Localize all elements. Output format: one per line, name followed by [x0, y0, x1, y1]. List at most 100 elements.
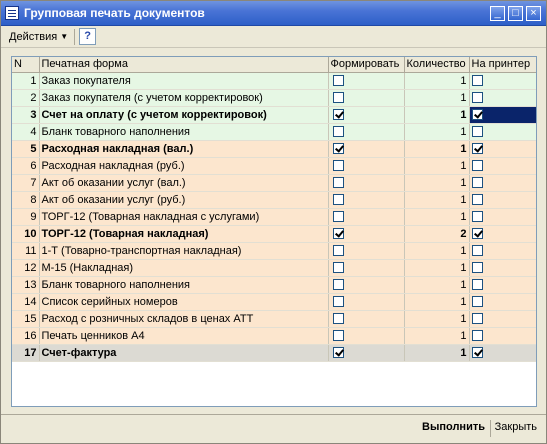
table-row[interactable]: 9 ТОРГ-12 (Товарная накладная с услугами)… [12, 208, 536, 226]
quantity-cell[interactable]: 1 [404, 344, 470, 362]
printer-checkbox[interactable] [471, 92, 483, 104]
print-form-name[interactable]: Список серийных номеров [39, 293, 329, 311]
print-form-name[interactable]: Счет-фактура [39, 344, 329, 362]
printer-checkbox[interactable] [471, 262, 483, 274]
table-row[interactable]: 3 Счет на оплату (с учетом корректировок)… [12, 106, 536, 124]
print-form-name[interactable]: Счет на оплату (с учетом корректировок) [39, 106, 329, 124]
printer-checkbox[interactable] [471, 160, 483, 172]
printer-checkbox[interactable] [471, 194, 483, 206]
printer-checkbox[interactable] [471, 75, 483, 87]
quantity-cell[interactable]: 1 [404, 89, 470, 107]
quantity-cell[interactable]: 1 [404, 191, 470, 209]
column-header-qty[interactable]: Количество [404, 57, 470, 73]
table-row[interactable]: 13 Бланк товарного наполнения 1 [12, 276, 536, 294]
form-checkbox[interactable] [332, 160, 344, 172]
quantity-cell[interactable]: 1 [404, 310, 470, 328]
printer-checkbox[interactable] [471, 279, 483, 291]
form-checkbox[interactable] [332, 347, 344, 359]
print-forms-table[interactable]: N Печатная форма Формировать Количество … [11, 56, 537, 407]
printer-checkbox[interactable] [471, 109, 483, 121]
column-header-printer[interactable]: На принтер [469, 57, 536, 73]
form-checkbox[interactable] [332, 92, 344, 104]
quantity-cell[interactable]: 1 [404, 72, 470, 90]
form-checkbox[interactable] [332, 330, 344, 342]
table-row[interactable]: 8 Акт об оказании услуг (руб.) 1 [12, 191, 536, 209]
print-form-name[interactable]: Бланк товарного наполнения [39, 123, 329, 141]
column-header-name[interactable]: Печатная форма [39, 57, 329, 73]
column-header-n[interactable]: N [12, 57, 40, 73]
form-checkbox[interactable] [332, 143, 344, 155]
print-form-name[interactable]: Заказ покупателя (с учетом корректировок… [39, 89, 329, 107]
form-checkbox[interactable] [332, 228, 344, 240]
table-row[interactable]: 10 ТОРГ-12 (Товарная накладная) 2 [12, 225, 536, 243]
print-form-name[interactable]: Расходная накладная (вал.) [39, 140, 329, 158]
print-form-name[interactable]: Печать ценников А4 [39, 327, 329, 345]
quantity-cell[interactable]: 1 [404, 106, 470, 124]
quantity-cell[interactable]: 1 [404, 276, 470, 294]
form-checkbox[interactable] [332, 194, 344, 206]
printer-checkbox[interactable] [471, 211, 483, 223]
printer-checkbox[interactable] [471, 296, 483, 308]
printer-checkbox[interactable] [471, 245, 483, 257]
column-header-form[interactable]: Формировать [328, 57, 405, 73]
print-form-name[interactable]: Акт об оказании услуг (руб.) [39, 191, 329, 209]
printer-checkbox[interactable] [471, 313, 483, 325]
table-row[interactable]: 14 Список серийных номеров 1 [12, 293, 536, 311]
table-row[interactable]: 4 Бланк товарного наполнения 1 [12, 123, 536, 141]
close-button[interactable]: Закрыть [495, 421, 537, 433]
form-checkbox[interactable] [332, 211, 344, 223]
quantity-cell[interactable]: 1 [404, 140, 470, 158]
close-window-button[interactable]: × [526, 5, 541, 21]
help-button[interactable]: ? [79, 28, 97, 45]
form-checkbox[interactable] [332, 313, 344, 325]
form-cell [328, 106, 405, 124]
form-checkbox[interactable] [332, 296, 344, 308]
printer-checkbox[interactable] [471, 330, 483, 342]
print-form-name[interactable]: Заказ покупателя [39, 72, 329, 90]
form-checkbox[interactable] [332, 245, 344, 257]
actions-menu[interactable]: Действия ▼ [9, 31, 68, 43]
print-form-name[interactable]: Бланк товарного наполнения [39, 276, 329, 294]
form-checkbox[interactable] [332, 126, 344, 138]
print-form-name[interactable]: Акт об оказании услуг (вал.) [39, 174, 329, 192]
print-form-name[interactable]: 1-Т (Товарно-транспортная накладная) [39, 242, 329, 260]
quantity-cell[interactable]: 1 [404, 259, 470, 277]
minimize-button[interactable]: _ [490, 5, 505, 21]
form-checkbox[interactable] [332, 262, 344, 274]
title-bar[interactable]: Групповая печать документов _ □ × [1, 1, 546, 26]
table-row[interactable]: 6 Расходная накладная (руб.) 1 [12, 157, 536, 175]
table-row[interactable]: 2 Заказ покупателя (с учетом корректирово… [12, 89, 536, 107]
maximize-button[interactable]: □ [508, 5, 523, 21]
quantity-cell[interactable]: 1 [404, 327, 470, 345]
print-form-name[interactable]: ТОРГ-12 (Товарная накладная с услугами) [39, 208, 329, 226]
quantity-cell[interactable]: 1 [404, 208, 470, 226]
print-form-name[interactable]: ТОРГ-12 (Товарная накладная) [39, 225, 329, 243]
form-checkbox[interactable] [332, 109, 344, 121]
table-row[interactable]: 12 М-15 (Накладная) 1 [12, 259, 536, 277]
print-form-name[interactable]: Расходная накладная (руб.) [39, 157, 329, 175]
print-form-name[interactable]: М-15 (Накладная) [39, 259, 329, 277]
printer-checkbox[interactable] [471, 143, 483, 155]
print-form-name[interactable]: Расход с розничных складов в ценах АТТ [39, 310, 329, 328]
table-row[interactable]: 15 Расход с розничных складов в ценах АТТ… [12, 310, 536, 328]
form-checkbox[interactable] [332, 177, 344, 189]
table-row[interactable]: 16 Печать ценников А4 1 [12, 327, 536, 345]
table-row[interactable]: 1 Заказ покупателя 1 [12, 72, 536, 90]
printer-checkbox[interactable] [471, 126, 483, 138]
run-button[interactable]: Выполнить [422, 421, 485, 433]
table-row[interactable]: 11 1-Т (Товарно-транспортная накладная) 1 [12, 242, 536, 260]
quantity-cell[interactable]: 2 [404, 225, 470, 243]
table-row[interactable]: 5 Расходная накладная (вал.) 1 [12, 140, 536, 158]
form-checkbox[interactable] [332, 75, 344, 87]
form-checkbox[interactable] [332, 279, 344, 291]
table-row[interactable]: 17 Счет-фактура 1 [12, 344, 536, 362]
quantity-cell[interactable]: 1 [404, 242, 470, 260]
printer-checkbox[interactable] [471, 347, 483, 359]
quantity-cell[interactable]: 1 [404, 123, 470, 141]
quantity-cell[interactable]: 1 [404, 174, 470, 192]
printer-checkbox[interactable] [471, 177, 483, 189]
quantity-cell[interactable]: 1 [404, 157, 470, 175]
quantity-cell[interactable]: 1 [404, 293, 470, 311]
table-row[interactable]: 7 Акт об оказании услуг (вал.) 1 [12, 174, 536, 192]
printer-checkbox[interactable] [471, 228, 483, 240]
